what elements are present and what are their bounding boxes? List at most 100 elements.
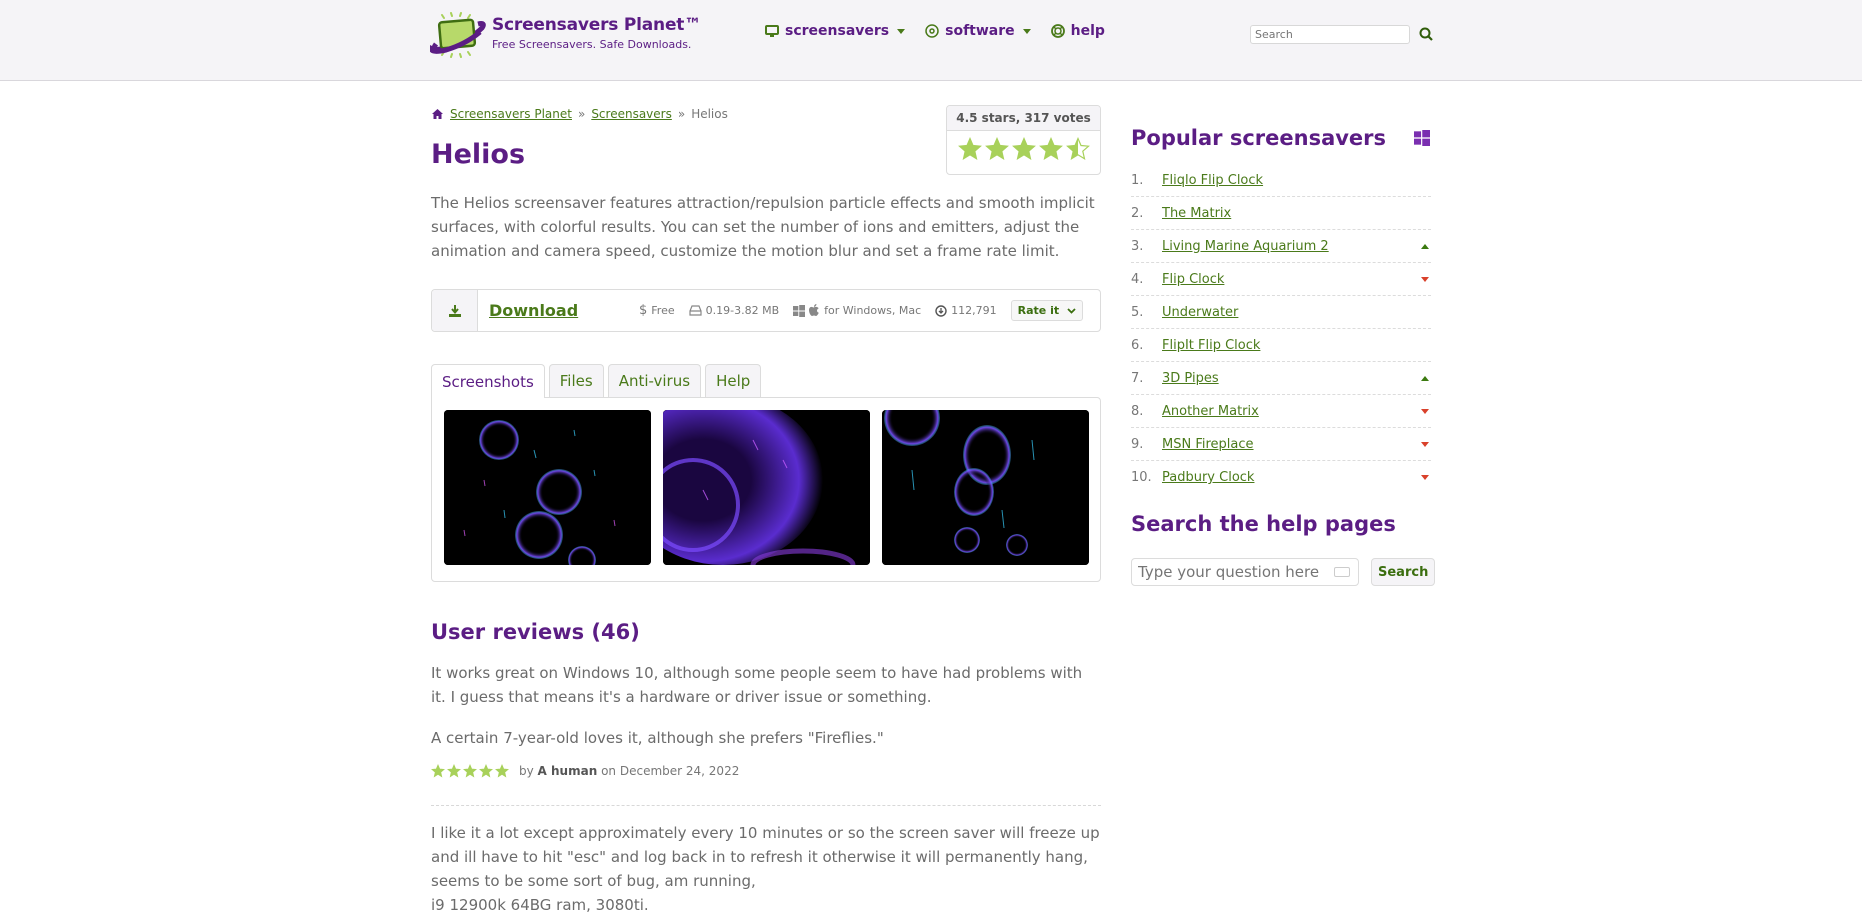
help-search-button[interactable]: Search	[1371, 558, 1436, 586]
popular-rank: 2.	[1131, 205, 1144, 221]
popular-link[interactable]: The Matrix	[1162, 206, 1231, 221]
nav-screensavers[interactable]: screensavers	[765, 23, 906, 39]
tab-bar: Screenshots Files Anti-virus Help	[431, 364, 762, 398]
rating-stars[interactable]	[947, 131, 1100, 161]
main-nav: screensavers software help	[765, 23, 1105, 39]
logo-icon[interactable]	[430, 12, 486, 58]
nav-software[interactable]: software	[925, 23, 1031, 39]
star-full-icon	[447, 764, 461, 778]
review-by-label: by	[519, 764, 534, 778]
breadcrumb-link-home[interactable]: Screensavers Planet	[450, 107, 572, 121]
download-icon-button[interactable]	[432, 290, 478, 331]
popular-rank: 4.	[1131, 271, 1144, 287]
help-search-field	[1131, 558, 1359, 586]
nav-label: screensavers	[785, 23, 890, 39]
nav-label: software	[945, 23, 1015, 39]
popular-item: 5. Underwater	[1131, 296, 1431, 329]
search-icon[interactable]	[1418, 25, 1434, 43]
popular-rank: 6.	[1131, 337, 1144, 353]
download-bar: Download $ Free 0.19-3.82 MB for Windows,…	[431, 289, 1101, 332]
popular-item: 4. Flip Clock	[1131, 263, 1431, 296]
screenshot-thumbnail[interactable]	[882, 410, 1089, 565]
popular-link[interactable]: Underwater	[1162, 305, 1238, 320]
star-full-icon	[1038, 137, 1063, 161]
popular-item: 3. Living Marine Aquarium 2	[1131, 230, 1431, 263]
disc-icon	[925, 24, 939, 38]
chevron-down-icon	[897, 28, 906, 34]
popular-rank: 1.	[1131, 172, 1144, 188]
reviews-title: User reviews (46)	[431, 620, 640, 644]
popular-link[interactable]: Living Marine Aquarium 2	[1162, 239, 1329, 254]
brand-tagline: Free Screensavers. Safe Downloads.	[492, 38, 692, 51]
breadcrumb-current: Helios	[691, 107, 728, 121]
review-divider	[431, 805, 1101, 806]
popular-link[interactable]: Padbury Clock	[1162, 470, 1254, 485]
description: The Helios screensaver features attracti…	[431, 194, 1095, 260]
breadcrumb-link-screensavers[interactable]: Screensavers	[591, 107, 672, 121]
popular-item: 1. Fliqlo Flip Clock	[1131, 164, 1431, 197]
review-meta: by A human on December 24, 2022	[431, 764, 739, 778]
home-icon[interactable]	[431, 108, 444, 120]
popular-item: 10. Padbury Clock	[1131, 461, 1431, 494]
download-link[interactable]: Download	[489, 301, 578, 320]
popular-link[interactable]: Flip Clock	[1162, 272, 1224, 287]
star-full-icon	[479, 764, 493, 778]
popular-link[interactable]: Fliqlo Flip Clock	[1162, 173, 1263, 188]
trend-down-icon	[1421, 475, 1429, 480]
breadcrumb-separator: »	[577, 107, 586, 121]
help-search-input[interactable]	[1132, 559, 1332, 585]
review-on-label: on	[601, 764, 617, 778]
popular-rank: 5.	[1131, 304, 1144, 320]
rating-box: 4.5 stars, 317 votes	[946, 105, 1101, 175]
popular-item: 6. FlipIt Flip Clock	[1131, 329, 1431, 362]
tab-anti-virus[interactable]: Anti-virus	[607, 364, 702, 397]
download-meta: $ Free 0.19-3.82 MB for Windows, Mac 112,…	[639, 290, 1084, 331]
tab-help[interactable]: Help	[705, 364, 762, 397]
tab-files[interactable]: Files	[548, 364, 604, 397]
download-count: 112,791	[935, 304, 997, 317]
header-search-input[interactable]	[1250, 25, 1410, 44]
file-size: 0.19-3.82 MB	[689, 304, 780, 317]
review-text: A certain 7-year-old loves it, although …	[431, 729, 884, 747]
brand-title[interactable]: Screensavers Planet™	[492, 15, 701, 35]
price: $ Free	[639, 303, 675, 318]
rate-it-select[interactable]: Rate it	[1010, 300, 1084, 321]
popular-link[interactable]: FlipIt Flip Clock	[1162, 338, 1260, 353]
popular-link[interactable]: MSN Fireplace	[1162, 437, 1254, 452]
popular-link[interactable]: 3D Pipes	[1162, 371, 1219, 386]
chevron-down-icon	[1022, 28, 1031, 34]
price-value: Free	[651, 304, 675, 317]
download-circle-icon	[935, 304, 947, 317]
review-stars	[431, 764, 509, 778]
dollar-icon: $	[639, 303, 648, 318]
keyboard-icon[interactable]	[1334, 567, 1350, 577]
popular-item: 2. The Matrix	[1131, 197, 1431, 230]
nav-help[interactable]: help	[1050, 23, 1105, 39]
site-header: Screensavers Planet™ Free Screensavers. …	[0, 0, 1862, 81]
apple-icon	[809, 304, 819, 316]
tab-screenshots[interactable]: Screenshots	[431, 364, 545, 398]
popular-list: 1. Fliqlo Flip Clock 2. The Matrix 3. Living …	[1131, 164, 1431, 494]
review-text: I like it a lot except approximately eve…	[431, 824, 1100, 914]
trend-down-icon	[1421, 277, 1429, 282]
popular-title: Popular screensavers	[1131, 126, 1387, 150]
lifebuoy-icon	[1050, 24, 1065, 38]
star-full-icon	[463, 764, 477, 778]
windows-icon[interactable]	[1414, 130, 1430, 146]
star-half-icon	[1065, 137, 1090, 161]
review-date: December 24, 2022	[619, 764, 740, 778]
star-full-icon	[957, 137, 982, 161]
file-size-value: 0.19-3.82 MB	[705, 304, 780, 317]
popular-item: 9. MSN Fireplace	[1131, 428, 1431, 461]
popular-rank: 7.	[1131, 370, 1144, 386]
popular-rank: 8.	[1131, 403, 1144, 419]
trend-down-icon	[1421, 442, 1429, 447]
star-full-icon	[495, 764, 509, 778]
screenshot-thumbnail[interactable]	[663, 410, 870, 565]
trend-down-icon	[1421, 409, 1429, 414]
windows-icon	[793, 304, 806, 317]
page-title: Helios	[431, 139, 526, 170]
platforms: for Windows, Mac	[793, 304, 921, 317]
screenshot-thumbnail[interactable]	[444, 410, 651, 565]
popular-link[interactable]: Another Matrix	[1162, 404, 1259, 419]
